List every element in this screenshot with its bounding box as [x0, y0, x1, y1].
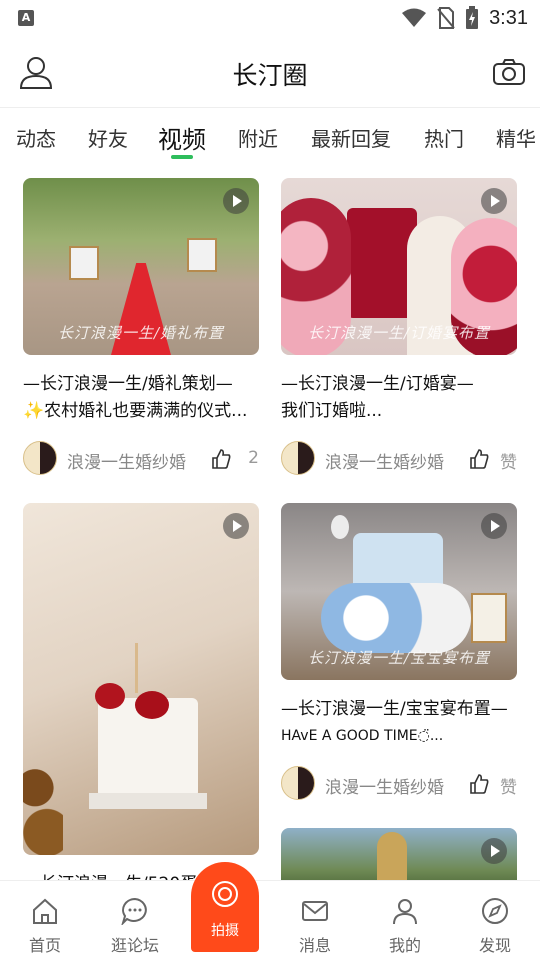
video-card[interactable]: 长汀浪漫一生/订婚宴布置 —长汀浪漫一生/订婚宴— 我们订婚啦... 浪漫一生婚…	[281, 178, 517, 479]
like-count: 赞	[500, 778, 517, 798]
statue	[377, 832, 407, 880]
nav-mine[interactable]: 我的	[360, 881, 450, 960]
nav-discover[interactable]: 发现	[450, 881, 540, 960]
cake-board	[89, 793, 207, 809]
tab-latest-reply[interactable]: 最新回复	[311, 123, 391, 152]
tab-video[interactable]: 视频	[158, 120, 206, 155]
video-title-line: ✨农村婚礼也要满满的仪式...	[23, 401, 248, 421]
nav-forum[interactable]: 逛论坛	[90, 881, 180, 960]
tab-hot[interactable]: 热门	[424, 123, 464, 152]
nav-home[interactable]: 首页	[0, 881, 90, 960]
thumbnail-caption: 长汀浪漫一生/订婚宴布置	[307, 324, 491, 342]
card-meta: 浪漫一生婚纱婚 赞	[281, 764, 517, 804]
like-count: 2	[248, 448, 259, 468]
thumbnail-caption: 长汀浪漫一生/宝宝宴布置	[307, 649, 491, 667]
play-icon[interactable]	[481, 188, 507, 214]
mail-icon	[302, 901, 328, 921]
easel-sign	[471, 593, 507, 643]
rose	[95, 683, 125, 709]
compass-icon	[482, 898, 508, 924]
author-avatar[interactable]	[23, 441, 57, 475]
video-card[interactable]: 长汀浪漫一生/宝宝宴布置 —长汀浪漫一生/宝宝宴布置— HAvE A GOOD …	[281, 503, 517, 804]
author-name[interactable]: 浪漫一生婚纱婚	[325, 448, 444, 473]
play-icon[interactable]	[481, 838, 507, 864]
like-count: 赞	[500, 453, 517, 473]
thumbnail-caption: 长汀浪漫一生/婚礼布置	[57, 324, 225, 342]
video-thumbnail[interactable]	[23, 503, 259, 855]
no-sim-icon	[437, 7, 455, 29]
person-icon	[393, 899, 417, 925]
author-avatar[interactable]	[281, 766, 315, 800]
play-icon[interactable]	[223, 188, 249, 214]
photo-frame	[187, 238, 217, 272]
page-title: 长汀圈	[232, 61, 308, 90]
nav-forum-label: 逛论坛	[110, 936, 159, 955]
thumbs-up-icon[interactable]	[469, 449, 489, 469]
rose	[135, 691, 169, 719]
status-bar: A 3:31	[0, 0, 540, 38]
dried-flowers	[23, 743, 63, 855]
play-icon[interactable]	[481, 513, 507, 539]
author-name[interactable]: 浪漫一生婚纱婚	[67, 448, 186, 473]
tab-nearby[interactable]: 附近	[238, 123, 278, 152]
video-card[interactable]: —长汀浪漫一生/520蛋糕	[23, 503, 259, 880]
nav-messages-label: 消息	[298, 936, 331, 955]
video-title[interactable]: —长汀浪漫一生/订婚宴— 我们订婚啦...	[281, 371, 517, 425]
play-icon[interactable]	[223, 513, 249, 539]
camera-icon[interactable]	[492, 56, 526, 88]
battery-icon	[466, 6, 479, 29]
video-card[interactable]: 长汀浪漫一生/婚礼布置 —长汀浪漫一生/婚礼策划— ✨农村婚礼也要满满的仪式..…	[23, 178, 259, 479]
thumbs-up-icon[interactable]	[469, 774, 489, 794]
thumbs-up-icon[interactable]	[211, 449, 231, 469]
nav-mine-label: 我的	[388, 936, 421, 955]
video-title-line: —长汀浪漫一生/婚礼策划—	[23, 374, 233, 394]
nav-home-label: 首页	[28, 936, 61, 955]
candle	[135, 643, 138, 693]
author-avatar[interactable]	[281, 441, 315, 475]
video-title[interactable]: —长汀浪漫一生/婚礼策划— ✨农村婚礼也要满满的仪式...	[23, 371, 259, 425]
shoot-button[interactable]: 拍摄	[191, 862, 259, 952]
shoot-label: 拍摄	[211, 923, 239, 939]
video-title-line: 我们订婚啦...	[281, 401, 383, 421]
video-thumbnail[interactable]: 长汀浪漫一生/婚礼布置	[23, 178, 259, 355]
wifi-icon	[402, 8, 427, 27]
bottom-navigation: 首页 逛论坛 消息 我的 发现	[0, 880, 540, 960]
category-tabs: 动态 好友 视频 附近 最新回复 热门 精华	[0, 108, 540, 166]
video-thumbnail[interactable]	[281, 828, 517, 880]
video-thumbnail[interactable]: 长汀浪漫一生/宝宝宴布置	[281, 503, 517, 680]
video-thumbnail[interactable]: 长汀浪漫一生/订婚宴布置	[281, 178, 517, 355]
author-name[interactable]: 浪漫一生婚纱婚	[325, 773, 444, 798]
video-title-line: HAvE A GOOD TIME◌̈...	[281, 728, 444, 744]
app-header: 长汀圈	[0, 38, 540, 108]
balloon	[331, 515, 349, 539]
chat-bubble-icon	[121, 897, 147, 925]
balloon-cluster	[321, 583, 471, 653]
video-card[interactable]	[281, 828, 517, 880]
video-feed: 长汀浪漫一生/婚礼布置 —长汀浪漫一生/婚礼策划— ✨农村婚礼也要满满的仪式..…	[0, 166, 540, 880]
tab-dynamic[interactable]: 动态	[16, 123, 56, 152]
record-icon	[212, 881, 238, 907]
video-title-line: —长汀浪漫一生/订婚宴—	[281, 374, 474, 394]
card-meta: 浪漫一生婚纱婚 2	[23, 439, 259, 479]
nav-messages[interactable]: 消息	[270, 881, 360, 960]
tab-friends[interactable]: 好友	[88, 123, 128, 152]
tab-featured[interactable]: 精华	[496, 123, 536, 152]
clock: 3:31	[489, 6, 528, 29]
home-icon	[33, 898, 57, 924]
video-title[interactable]: —长汀浪漫一生/宝宝宴布置— HAvE A GOOD TIME◌̈...	[281, 696, 517, 750]
active-tab-indicator	[171, 155, 193, 159]
card-meta: 浪漫一生婚纱婚 赞	[281, 439, 517, 479]
notification-icon: A	[18, 10, 34, 26]
nav-discover-label: 发现	[478, 936, 511, 955]
photo-frame	[69, 246, 99, 280]
video-title-line: —长汀浪漫一生/宝宝宴布置—	[281, 699, 508, 719]
